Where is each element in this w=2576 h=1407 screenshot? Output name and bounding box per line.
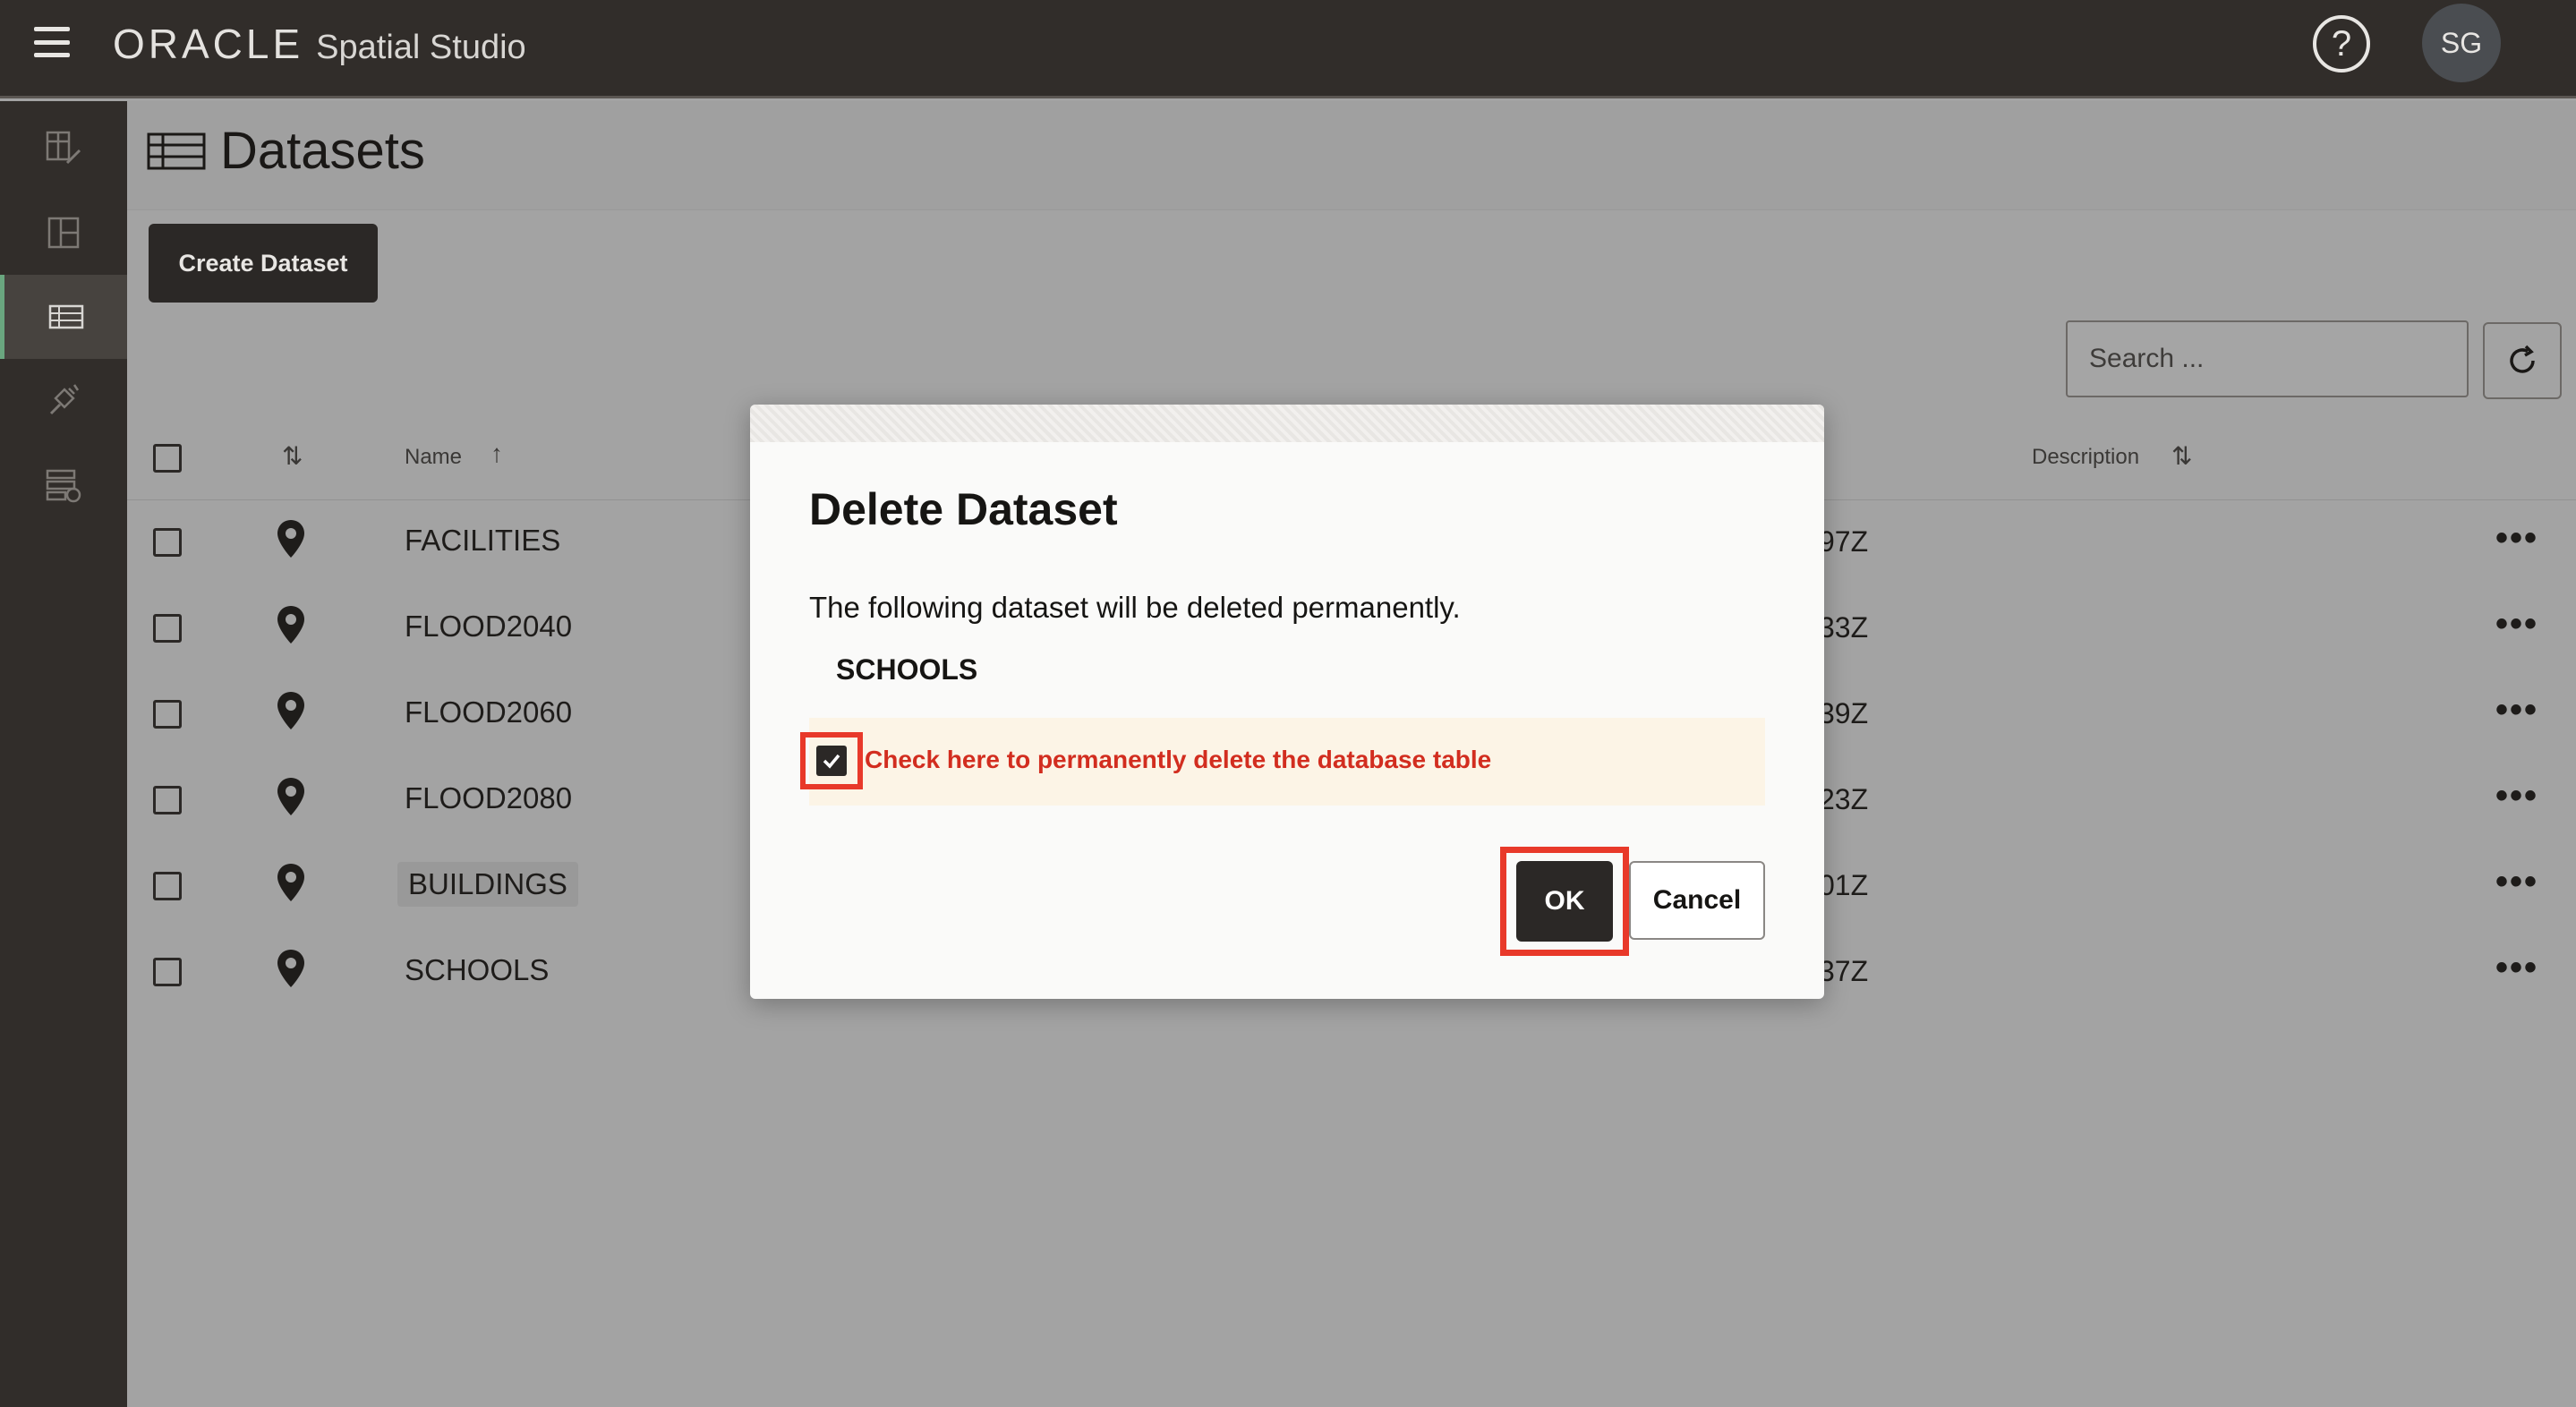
row-checkbox[interactable] [153, 700, 182, 729]
dataset-date: 33Z [1819, 611, 1869, 644]
sort-icon[interactable]: ⇅ [2171, 441, 2192, 471]
top-bar: ORACLE Spatial Studio ? SG [0, 0, 2576, 98]
dataset-name[interactable]: BUILDINGS [397, 862, 578, 907]
select-all-checkbox[interactable] [153, 444, 182, 473]
dialog-title: Delete Dataset [809, 484, 1118, 534]
refresh-button[interactable] [2483, 322, 2562, 399]
dataset-date: 97Z [1819, 525, 1869, 558]
plug-connection-icon [49, 384, 80, 415]
create-dataset-button[interactable]: Create Dataset [149, 224, 378, 303]
dataset-date: 37Z [1819, 955, 1869, 987]
project-edit-icon [46, 131, 81, 165]
side-nav [0, 101, 127, 1407]
delete-dataset-dialog: Delete Dataset The following dataset wil… [750, 405, 1824, 999]
dialog-dataset-name: SCHOOLS [836, 653, 978, 686]
map-pin-icon [277, 950, 304, 987]
row-checkbox[interactable] [153, 958, 182, 986]
sidebar-item-connections[interactable] [0, 359, 127, 443]
hamburger-menu-icon[interactable] [34, 27, 70, 57]
sort-icon[interactable]: ⇅ [282, 441, 303, 471]
search-input[interactable]: Search ... [2066, 320, 2469, 397]
sidebar-item-jobs[interactable] [0, 443, 127, 527]
dataset-date: 39Z [1819, 697, 1869, 729]
delete-table-checkbox-label[interactable]: Check here to permanently delete the dat… [865, 746, 1491, 774]
dataset-date: 23Z [1819, 783, 1869, 815]
server-schedule-icon [46, 469, 81, 503]
user-avatar[interactable]: SG [2422, 4, 2501, 82]
sort-ascending-icon[interactable]: ↑ [490, 439, 503, 468]
map-pin-icon [277, 520, 304, 558]
checkmark-icon [816, 746, 847, 776]
row-more-menu-icon[interactable]: ••• [2495, 690, 2538, 730]
app-brand: ORACLE Spatial Studio [113, 20, 526, 68]
help-icon[interactable]: ? [2313, 15, 2370, 72]
row-checkbox[interactable] [153, 614, 182, 643]
row-checkbox[interactable] [153, 872, 182, 900]
dataset-date: 01Z [1819, 869, 1869, 901]
product-name: Spatial Studio [316, 29, 526, 66]
map-pin-icon [277, 864, 304, 901]
row-more-menu-icon[interactable]: ••• [2495, 948, 2538, 988]
oracle-logo-text: ORACLE [113, 21, 304, 67]
dataset-name[interactable]: FLOOD2080 [405, 781, 572, 815]
dialog-drag-handle[interactable] [750, 405, 1824, 442]
ok-button[interactable]: OK [1516, 861, 1613, 942]
layout-icon [47, 217, 80, 249]
row-more-menu-icon[interactable]: ••• [2495, 862, 2538, 902]
dataset-name[interactable]: FACILITIES [405, 524, 560, 558]
map-pin-icon [277, 692, 304, 729]
delete-table-checkbox[interactable] [800, 732, 863, 789]
table-icon [147, 132, 206, 169]
page-title: Datasets [147, 121, 425, 181]
page-title-text: Datasets [220, 122, 425, 180]
row-more-menu-icon[interactable]: ••• [2495, 776, 2538, 816]
column-header-name[interactable]: Name [405, 445, 462, 470]
dialog-message: The following dataset will be deleted pe… [809, 591, 1461, 624]
sidebar-item-layouts[interactable] [0, 191, 127, 275]
dataset-name[interactable]: SCHOOLS [405, 953, 549, 987]
row-more-menu-icon[interactable]: ••• [2495, 604, 2538, 644]
cancel-button[interactable]: Cancel [1629, 861, 1765, 940]
row-checkbox[interactable] [153, 786, 182, 814]
row-checkbox[interactable] [153, 528, 182, 557]
row-more-menu-icon[interactable]: ••• [2495, 518, 2538, 559]
dataset-name[interactable]: FLOOD2060 [405, 695, 572, 729]
map-pin-icon [277, 606, 304, 644]
map-pin-icon [277, 778, 304, 815]
table-icon [48, 304, 83, 329]
refresh-icon [2510, 345, 2535, 373]
column-header-description[interactable]: Description [2032, 445, 2139, 470]
sidebar-item-projects[interactable] [0, 107, 127, 191]
sidebar-item-datasets[interactable] [0, 275, 127, 359]
page-header: Datasets [127, 101, 2576, 210]
dataset-name[interactable]: FLOOD2040 [405, 610, 572, 644]
